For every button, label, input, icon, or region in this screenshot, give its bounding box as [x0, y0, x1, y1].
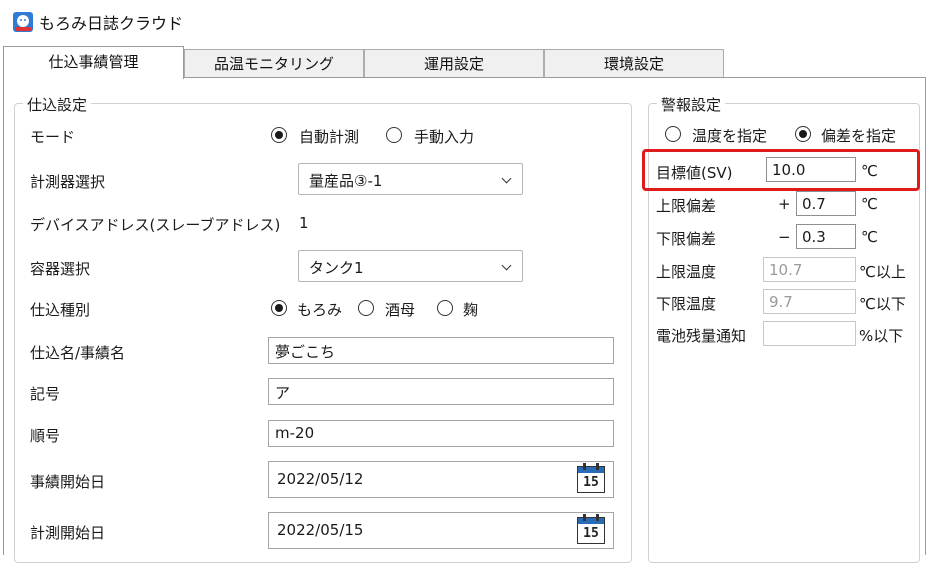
- tab-temperature-monitoring[interactable]: 品温モニタリング: [184, 49, 364, 78]
- alarm-settings-legend: 警報設定: [657, 94, 726, 115]
- upper-deviation-sign: +: [778, 195, 791, 213]
- brew-type-moromi-radio[interactable]: [271, 300, 287, 316]
- device-label: 計測器選択: [30, 173, 106, 191]
- alarm-mode-temperature-radio[interactable]: [665, 126, 681, 142]
- upper-deviation-unit: ℃: [861, 195, 878, 213]
- chevron-down-icon: [501, 260, 512, 271]
- brew-type-shubo-label: 酒母: [385, 301, 416, 319]
- app-title: もろみ日誌クラウド: [39, 14, 184, 33]
- brew-name-input[interactable]: 夢ごこち: [268, 337, 614, 364]
- mode-label: モード: [30, 128, 76, 146]
- measure-start-date-picker[interactable]: 2022/05/15 15: [268, 512, 614, 549]
- highlight-box: [642, 149, 920, 191]
- upper-deviation-label: 上限偏差: [656, 197, 717, 215]
- lower-deviation-input[interactable]: 0.3: [796, 224, 856, 249]
- symbol-input[interactable]: ア: [268, 378, 614, 405]
- calendar-icon-day: 15: [583, 475, 599, 490]
- mode-auto-label: 自動計測: [299, 128, 360, 146]
- battery-notify-unit: %以下: [859, 327, 904, 345]
- chevron-down-icon: [501, 173, 512, 184]
- tab-environment-settings[interactable]: 環境設定: [544, 49, 724, 78]
- tab-bar: 仕込事績管理 品温モニタリング 運用設定 環境設定: [3, 46, 923, 79]
- upper-deviation-value: 0.7: [802, 195, 826, 213]
- upper-temperature-value: 10.7: [769, 261, 803, 279]
- title-bar: もろみ日誌クラウド: [0, 0, 929, 40]
- brew-type-koji-label: 麹: [463, 301, 479, 319]
- tab-operation-settings[interactable]: 運用設定: [364, 49, 544, 78]
- brew-type-koji-radio[interactable]: [437, 300, 453, 316]
- order-label: 順号: [30, 427, 61, 445]
- battery-notify-label: 電池残量通知: [656, 327, 747, 345]
- mode-manual-radio[interactable]: [386, 127, 402, 143]
- brew-settings-legend: 仕込設定: [23, 94, 92, 115]
- lower-deviation-label: 下限偏差: [656, 230, 717, 248]
- measure-start-label: 計測開始日: [30, 524, 106, 542]
- brew-type-moromi-label: もろみ: [297, 301, 343, 319]
- mode-auto-radio[interactable]: [271, 127, 287, 143]
- lower-deviation-sign: −: [778, 228, 791, 246]
- brew-type-shubo-radio[interactable]: [358, 300, 374, 316]
- calendar-icon[interactable]: 15: [577, 463, 605, 493]
- record-start-value: 2022/05/12: [277, 470, 364, 488]
- symbol-label: 記号: [30, 385, 61, 403]
- app-logo-icon: [13, 12, 33, 32]
- container-label: 容器選択: [30, 260, 91, 278]
- upper-temperature-unit: ℃以上: [859, 263, 906, 281]
- mode-manual-label: 手動入力: [414, 128, 475, 146]
- record-start-date-picker[interactable]: 2022/05/12 15: [268, 461, 614, 498]
- alarm-mode-deviation-label: 偏差を指定: [821, 127, 897, 145]
- upper-temperature-label: 上限温度: [656, 263, 717, 281]
- tab-brew-records[interactable]: 仕込事績管理: [3, 46, 184, 79]
- alarm-mode-deviation-radio[interactable]: [795, 126, 811, 142]
- record-start-label: 事績開始日: [30, 473, 106, 491]
- device-select[interactable]: 量産品③-1: [298, 163, 523, 195]
- device-select-value: 量産品③-1: [309, 172, 383, 190]
- container-select-value: タンク1: [309, 259, 364, 277]
- lower-temperature-input: 9.7: [763, 289, 856, 314]
- symbol-value: ア: [275, 384, 291, 402]
- container-select[interactable]: タンク1: [298, 250, 523, 282]
- lower-temperature-unit: ℃以下: [859, 295, 906, 313]
- lower-temperature-label: 下限温度: [656, 295, 717, 313]
- lower-temperature-value: 9.7: [769, 293, 793, 311]
- lower-deviation-unit: ℃: [861, 228, 878, 246]
- brew-name-label: 仕込名/事績名: [30, 344, 126, 362]
- upper-deviation-input[interactable]: 0.7: [796, 191, 856, 216]
- calendar-icon[interactable]: 15: [577, 514, 605, 544]
- upper-temperature-input: 10.7: [763, 257, 856, 282]
- device-address-label: デバイスアドレス(スレーブアドレス): [30, 216, 281, 234]
- order-input[interactable]: m-20: [268, 420, 614, 447]
- order-value: m-20: [275, 424, 315, 442]
- calendar-icon-day: 15: [583, 526, 599, 541]
- lower-deviation-value: 0.3: [802, 228, 826, 246]
- battery-notify-input: [763, 321, 856, 346]
- brew-type-label: 仕込種別: [30, 301, 91, 319]
- brew-name-value: 夢ごこち: [275, 343, 336, 361]
- measure-start-value: 2022/05/15: [277, 521, 364, 539]
- device-address-value: 1: [299, 214, 309, 232]
- alarm-mode-temperature-label: 温度を指定: [692, 127, 768, 145]
